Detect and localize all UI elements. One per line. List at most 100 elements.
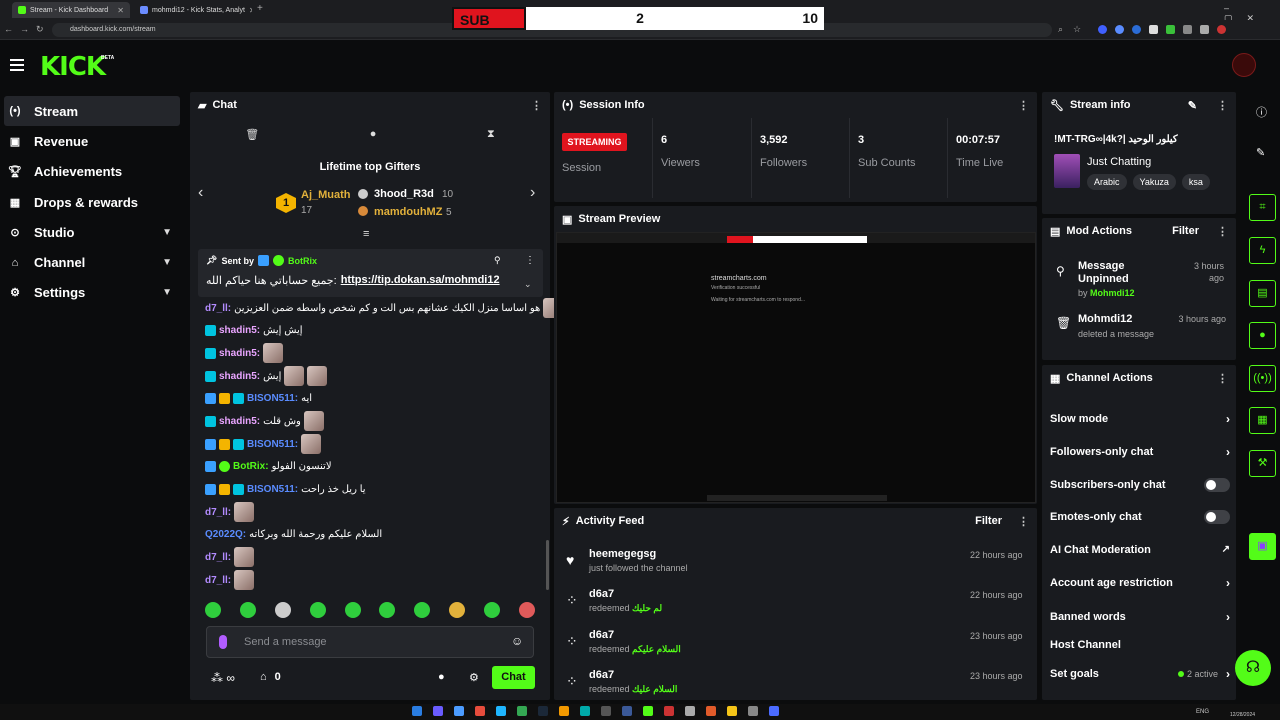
chat-message-input[interactable]: Send a message ☺	[206, 626, 534, 658]
extension-icon[interactable]	[1183, 25, 1192, 34]
emotes-only-toggle[interactable]	[1204, 509, 1230, 524]
file-icon[interactable]: ▤	[1249, 280, 1276, 307]
emote-icon[interactable]	[205, 602, 221, 618]
app-icon[interactable]	[727, 706, 737, 716]
chat-username[interactable]: d7_ll:	[205, 507, 231, 518]
app-icon[interactable]	[748, 706, 758, 716]
chat-username[interactable]: BotRix:	[233, 461, 269, 472]
forward-icon[interactable]: →	[20, 24, 29, 34]
unpin-icon[interactable]: ⚲	[494, 255, 501, 266]
chat-username[interactable]: BISON511:	[247, 439, 298, 450]
emote-panel-icon[interactable]: ▣	[1249, 533, 1276, 560]
emote-icon[interactable]	[484, 602, 500, 618]
hourglass-icon[interactable]: ⧗	[487, 128, 495, 150]
extension-icon[interactable]	[1166, 25, 1175, 34]
expand-icon[interactable]: ≡	[363, 228, 369, 240]
chevron-down-icon[interactable]: ⌄	[524, 279, 532, 290]
sidebar-item-revenue[interactable]: ▣ Revenue	[0, 126, 184, 156]
gear-icon[interactable]: ⚙	[469, 671, 479, 684]
filter-button[interactable]: Filter	[975, 515, 1002, 527]
gifter-name[interactable]: 3hood_R3d	[374, 188, 434, 200]
edit-icon[interactable]: ✎	[1256, 146, 1265, 159]
chat-username[interactable]: shadin5:	[219, 325, 260, 336]
gifter-name[interactable]: mamdouhMZ	[374, 206, 442, 218]
edit-icon[interactable]: ✎	[1188, 99, 1197, 112]
language-indicator[interactable]: ENG	[1196, 709, 1209, 715]
profile-icon[interactable]	[1217, 25, 1226, 34]
trash-icon[interactable]: 🗑︎	[245, 128, 259, 150]
broadcast-icon[interactable]: ((•))	[1249, 365, 1276, 392]
more-options-icon[interactable]: ⋮	[1018, 99, 1029, 112]
tab-stats[interactable]: mohmdi12 - Kick Stats, Analyt ✕	[134, 2, 252, 18]
chat-username[interactable]: shadin5:	[219, 416, 260, 427]
info-icon[interactable]: ⓘ	[1256, 104, 1267, 120]
tag-pill[interactable]: ksa	[1181, 174, 1210, 190]
chat-username[interactable]: d7_ll:	[205, 575, 231, 586]
subscribers-only-toggle[interactable]	[1204, 477, 1230, 492]
extension-icon[interactable]	[1115, 25, 1124, 34]
emote-icon[interactable]	[274, 602, 291, 618]
tag-pill[interactable]: Arabic	[1087, 174, 1127, 190]
mod-action-user[interactable]: Mohmdi12	[1078, 313, 1132, 325]
app-icon[interactable]	[769, 706, 779, 716]
more-options-icon[interactable]: ⋮	[1217, 99, 1228, 112]
close-icon[interactable]: ✕	[249, 6, 252, 15]
sidebar-item-stream[interactable]: (•) Stream	[4, 96, 180, 127]
set-goals-row[interactable]: Set goals 2 active ›	[1050, 657, 1230, 690]
app-icon[interactable]	[475, 706, 485, 716]
ai-moderation-row[interactable]: AI Chat Moderation ↗	[1050, 533, 1230, 566]
slow-mode-row[interactable]: Slow mode ›	[1050, 402, 1230, 435]
taskbar-date[interactable]: 12/28/2024	[1230, 712, 1255, 718]
chat-send-button[interactable]: Chat	[492, 666, 535, 689]
tab-stream-dashboard[interactable]: Stream - Kick Dashboard ✕	[12, 2, 130, 18]
activity-user[interactable]: heemegegsg	[589, 548, 688, 560]
kick-logo[interactable]: KICK	[40, 52, 106, 82]
app-icon[interactable]	[580, 706, 590, 716]
tag-pill[interactable]: Yakuza	[1132, 174, 1176, 190]
activity-user[interactable]: d6a7	[589, 669, 677, 681]
chat-bubble-icon[interactable]: ●	[438, 671, 445, 683]
app-icon[interactable]	[706, 706, 716, 716]
emote-icon[interactable]	[449, 602, 466, 618]
chat-bubble-icon[interactable]: ●	[370, 128, 377, 150]
extension-icon[interactable]	[1149, 25, 1158, 34]
bolt-icon[interactable]: ϟ	[1249, 237, 1276, 264]
screenshot-icon[interactable]: ⌗	[1249, 194, 1276, 221]
activity-user[interactable]: d6a7	[589, 629, 681, 641]
wrench-icon[interactable]: ⚒	[1249, 450, 1276, 477]
filter-button[interactable]: Filter	[1172, 225, 1199, 237]
reload-icon[interactable]: ↻	[36, 24, 44, 35]
emote-icon[interactable]	[239, 602, 256, 618]
activity-user[interactable]: d6a7	[589, 588, 662, 600]
microphone-icon[interactable]	[219, 635, 227, 649]
app-icon[interactable]	[622, 706, 632, 716]
bookmark-star-icon[interactable]: ☆	[1073, 24, 1081, 35]
sidebar-item-settings[interactable]: ⚙ Settings ▼	[0, 278, 184, 308]
category-thumbnail[interactable]	[1054, 154, 1080, 188]
stream-preview-video[interactable]: streamcharts.com Verification successful…	[556, 232, 1036, 503]
chat-username[interactable]: Q2022Q:	[205, 529, 246, 540]
app-icon[interactable]	[601, 706, 611, 716]
chat-username[interactable]: d7_ll:	[205, 552, 231, 563]
sidebar-item-channel[interactable]: ⌂ Channel ▼	[0, 247, 184, 277]
more-options-icon[interactable]: ⋮	[531, 99, 542, 112]
app-icon[interactable]	[538, 706, 548, 716]
emote-icon[interactable]	[414, 602, 431, 618]
app-icon[interactable]	[517, 706, 527, 716]
pinned-link[interactable]: https://tip.dokan.sa/mohmdi12	[341, 274, 500, 287]
extension-icon[interactable]	[1098, 25, 1107, 34]
mod-action-user[interactable]: Mohmdi12	[1090, 288, 1135, 298]
app-icon[interactable]	[685, 706, 695, 716]
new-tab-icon[interactable]: +	[257, 3, 263, 14]
chat-username[interactable]: BISON511:	[247, 393, 298, 404]
menu-icon[interactable]	[10, 59, 24, 71]
extension-icon[interactable]	[1132, 25, 1141, 34]
app-icon[interactable]	[559, 706, 569, 716]
sidebar-item-drops[interactable]: ▦ Drops & rewards	[0, 187, 184, 217]
emote-icon[interactable]	[379, 602, 396, 618]
chat-username[interactable]: BISON511:	[247, 484, 298, 495]
emoji-icon[interactable]: ☺	[511, 634, 523, 648]
more-options-icon[interactable]: ⋮	[525, 255, 535, 266]
account-age-row[interactable]: Account age restriction ›	[1050, 566, 1230, 599]
chat-scrollbar[interactable]	[546, 540, 549, 590]
